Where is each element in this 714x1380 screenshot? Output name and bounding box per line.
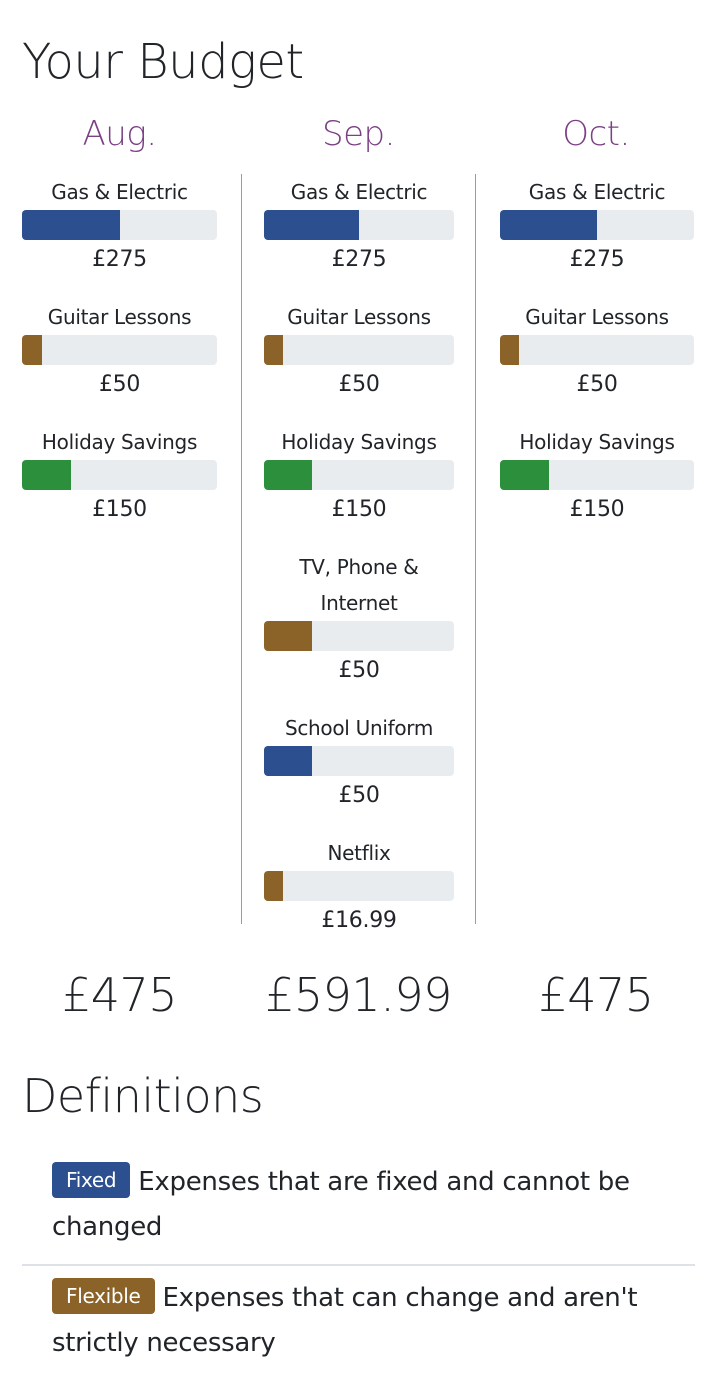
item-name: TV, Phone & Internet bbox=[299, 555, 419, 615]
item-amount: £275 bbox=[92, 247, 147, 272]
progress-bar bbox=[500, 210, 694, 240]
budget-item: Gas & Electric £275 bbox=[500, 174, 694, 280]
budget-item: Holiday Savings £150 bbox=[264, 424, 454, 530]
item-amount: £50 bbox=[338, 372, 380, 397]
budget-item: Gas & Electric £275 bbox=[22, 174, 217, 280]
progress-bar bbox=[22, 335, 217, 365]
progress-bar bbox=[22, 210, 217, 240]
item-name: Netflix bbox=[327, 841, 391, 865]
progress-fill bbox=[264, 210, 359, 240]
budget-items: Gas & Electric £275 Guitar Lessons £50 Holid… bbox=[22, 174, 217, 924]
budget-item: School Uniform £50 bbox=[264, 710, 454, 816]
item-amount: £50 bbox=[98, 372, 141, 397]
month-column-sep: Sep. Gas & Electric £275 Guitar Lessons £50… bbox=[241, 108, 476, 933]
progress-fill bbox=[264, 871, 283, 901]
flexible-badge: Flexible bbox=[52, 1278, 155, 1314]
progress-fill bbox=[264, 335, 283, 365]
month-heading: Oct. bbox=[562, 114, 630, 154]
item-amount: £50 bbox=[338, 783, 380, 808]
progress-fill bbox=[500, 460, 549, 490]
definition-text: Expenses that are fixed and cannot be ch… bbox=[52, 1167, 630, 1242]
month-column-oct: Oct. Gas & Electric £275 Guitar Lessons £50… bbox=[478, 108, 714, 924]
budget-items: Gas & Electric £275 Guitar Lessons £50 Holid… bbox=[241, 174, 476, 933]
item-name: Guitar Lessons bbox=[525, 305, 669, 329]
definitions-list: Fixed Expenses that are fixed and cannot… bbox=[22, 1150, 695, 1380]
definitions-title: Definitions bbox=[22, 1069, 264, 1123]
progress-fill bbox=[500, 210, 597, 240]
progress-fill bbox=[264, 460, 312, 490]
budget-item: Holiday Savings £150 bbox=[500, 424, 694, 530]
item-amount: £275 bbox=[331, 247, 387, 272]
progress-bar bbox=[22, 460, 217, 490]
month-total: £475 bbox=[538, 968, 654, 1022]
budget-item: Holiday Savings £150 bbox=[22, 424, 217, 530]
month-total: £591.99 bbox=[265, 968, 452, 1022]
page-title: Your Budget bbox=[22, 34, 304, 90]
fixed-badge: Fixed bbox=[52, 1162, 131, 1198]
item-amount: £150 bbox=[569, 497, 625, 522]
item-name: Holiday Savings bbox=[41, 430, 198, 454]
item-amount: £150 bbox=[331, 497, 387, 522]
budget-item: Netflix £16.99 bbox=[264, 835, 454, 941]
progress-fill bbox=[22, 460, 71, 490]
budget-item: Guitar Lessons £50 bbox=[264, 299, 454, 405]
item-amount: £150 bbox=[92, 497, 147, 522]
month-column-aug: Aug. Gas & Electric £275 Guitar Lessons £50… bbox=[22, 108, 217, 924]
progress-fill bbox=[500, 335, 520, 365]
month-total: £475 bbox=[61, 968, 178, 1022]
item-name: School Uniform bbox=[284, 716, 434, 740]
progress-bar bbox=[500, 335, 694, 365]
progress-fill bbox=[22, 335, 42, 365]
month-heading: Aug. bbox=[82, 114, 157, 154]
item-amount: £275 bbox=[569, 247, 625, 272]
definition-item-flexible: Flexible Expenses that can change and ar… bbox=[22, 1264, 695, 1380]
definition-item-fixed: Fixed Expenses that are fixed and cannot… bbox=[22, 1150, 695, 1264]
item-amount: £50 bbox=[576, 372, 618, 397]
progress-bar bbox=[264, 871, 454, 901]
item-amount: £16.99 bbox=[321, 908, 397, 933]
progress-fill bbox=[264, 746, 312, 776]
item-name: Guitar Lessons bbox=[287, 305, 431, 329]
progress-bar bbox=[500, 460, 694, 490]
item-name: Gas & Electric bbox=[290, 180, 428, 204]
progress-bar bbox=[264, 210, 454, 240]
progress-fill bbox=[22, 210, 120, 240]
progress-bar bbox=[264, 335, 454, 365]
item-name: Gas & Electric bbox=[51, 180, 188, 204]
budget-item: Gas & Electric £275 bbox=[264, 174, 454, 280]
item-amount: £50 bbox=[338, 658, 380, 683]
item-name: Holiday Savings bbox=[519, 430, 675, 454]
month-heading: Sep. bbox=[322, 114, 395, 154]
budget-item: Guitar Lessons £50 bbox=[500, 299, 694, 405]
item-name: Guitar Lessons bbox=[47, 305, 192, 329]
progress-bar bbox=[264, 621, 454, 651]
budget-items: Gas & Electric £275 Guitar Lessons £50 Holid… bbox=[478, 174, 714, 924]
progress-bar bbox=[264, 460, 454, 490]
progress-bar bbox=[264, 746, 454, 776]
item-name: Holiday Savings bbox=[281, 430, 437, 454]
item-name: Gas & Electric bbox=[528, 180, 666, 204]
budget-item: TV, Phone & Internet £50 bbox=[264, 549, 454, 691]
progress-fill bbox=[264, 621, 312, 651]
budget-item: Guitar Lessons £50 bbox=[22, 299, 217, 405]
